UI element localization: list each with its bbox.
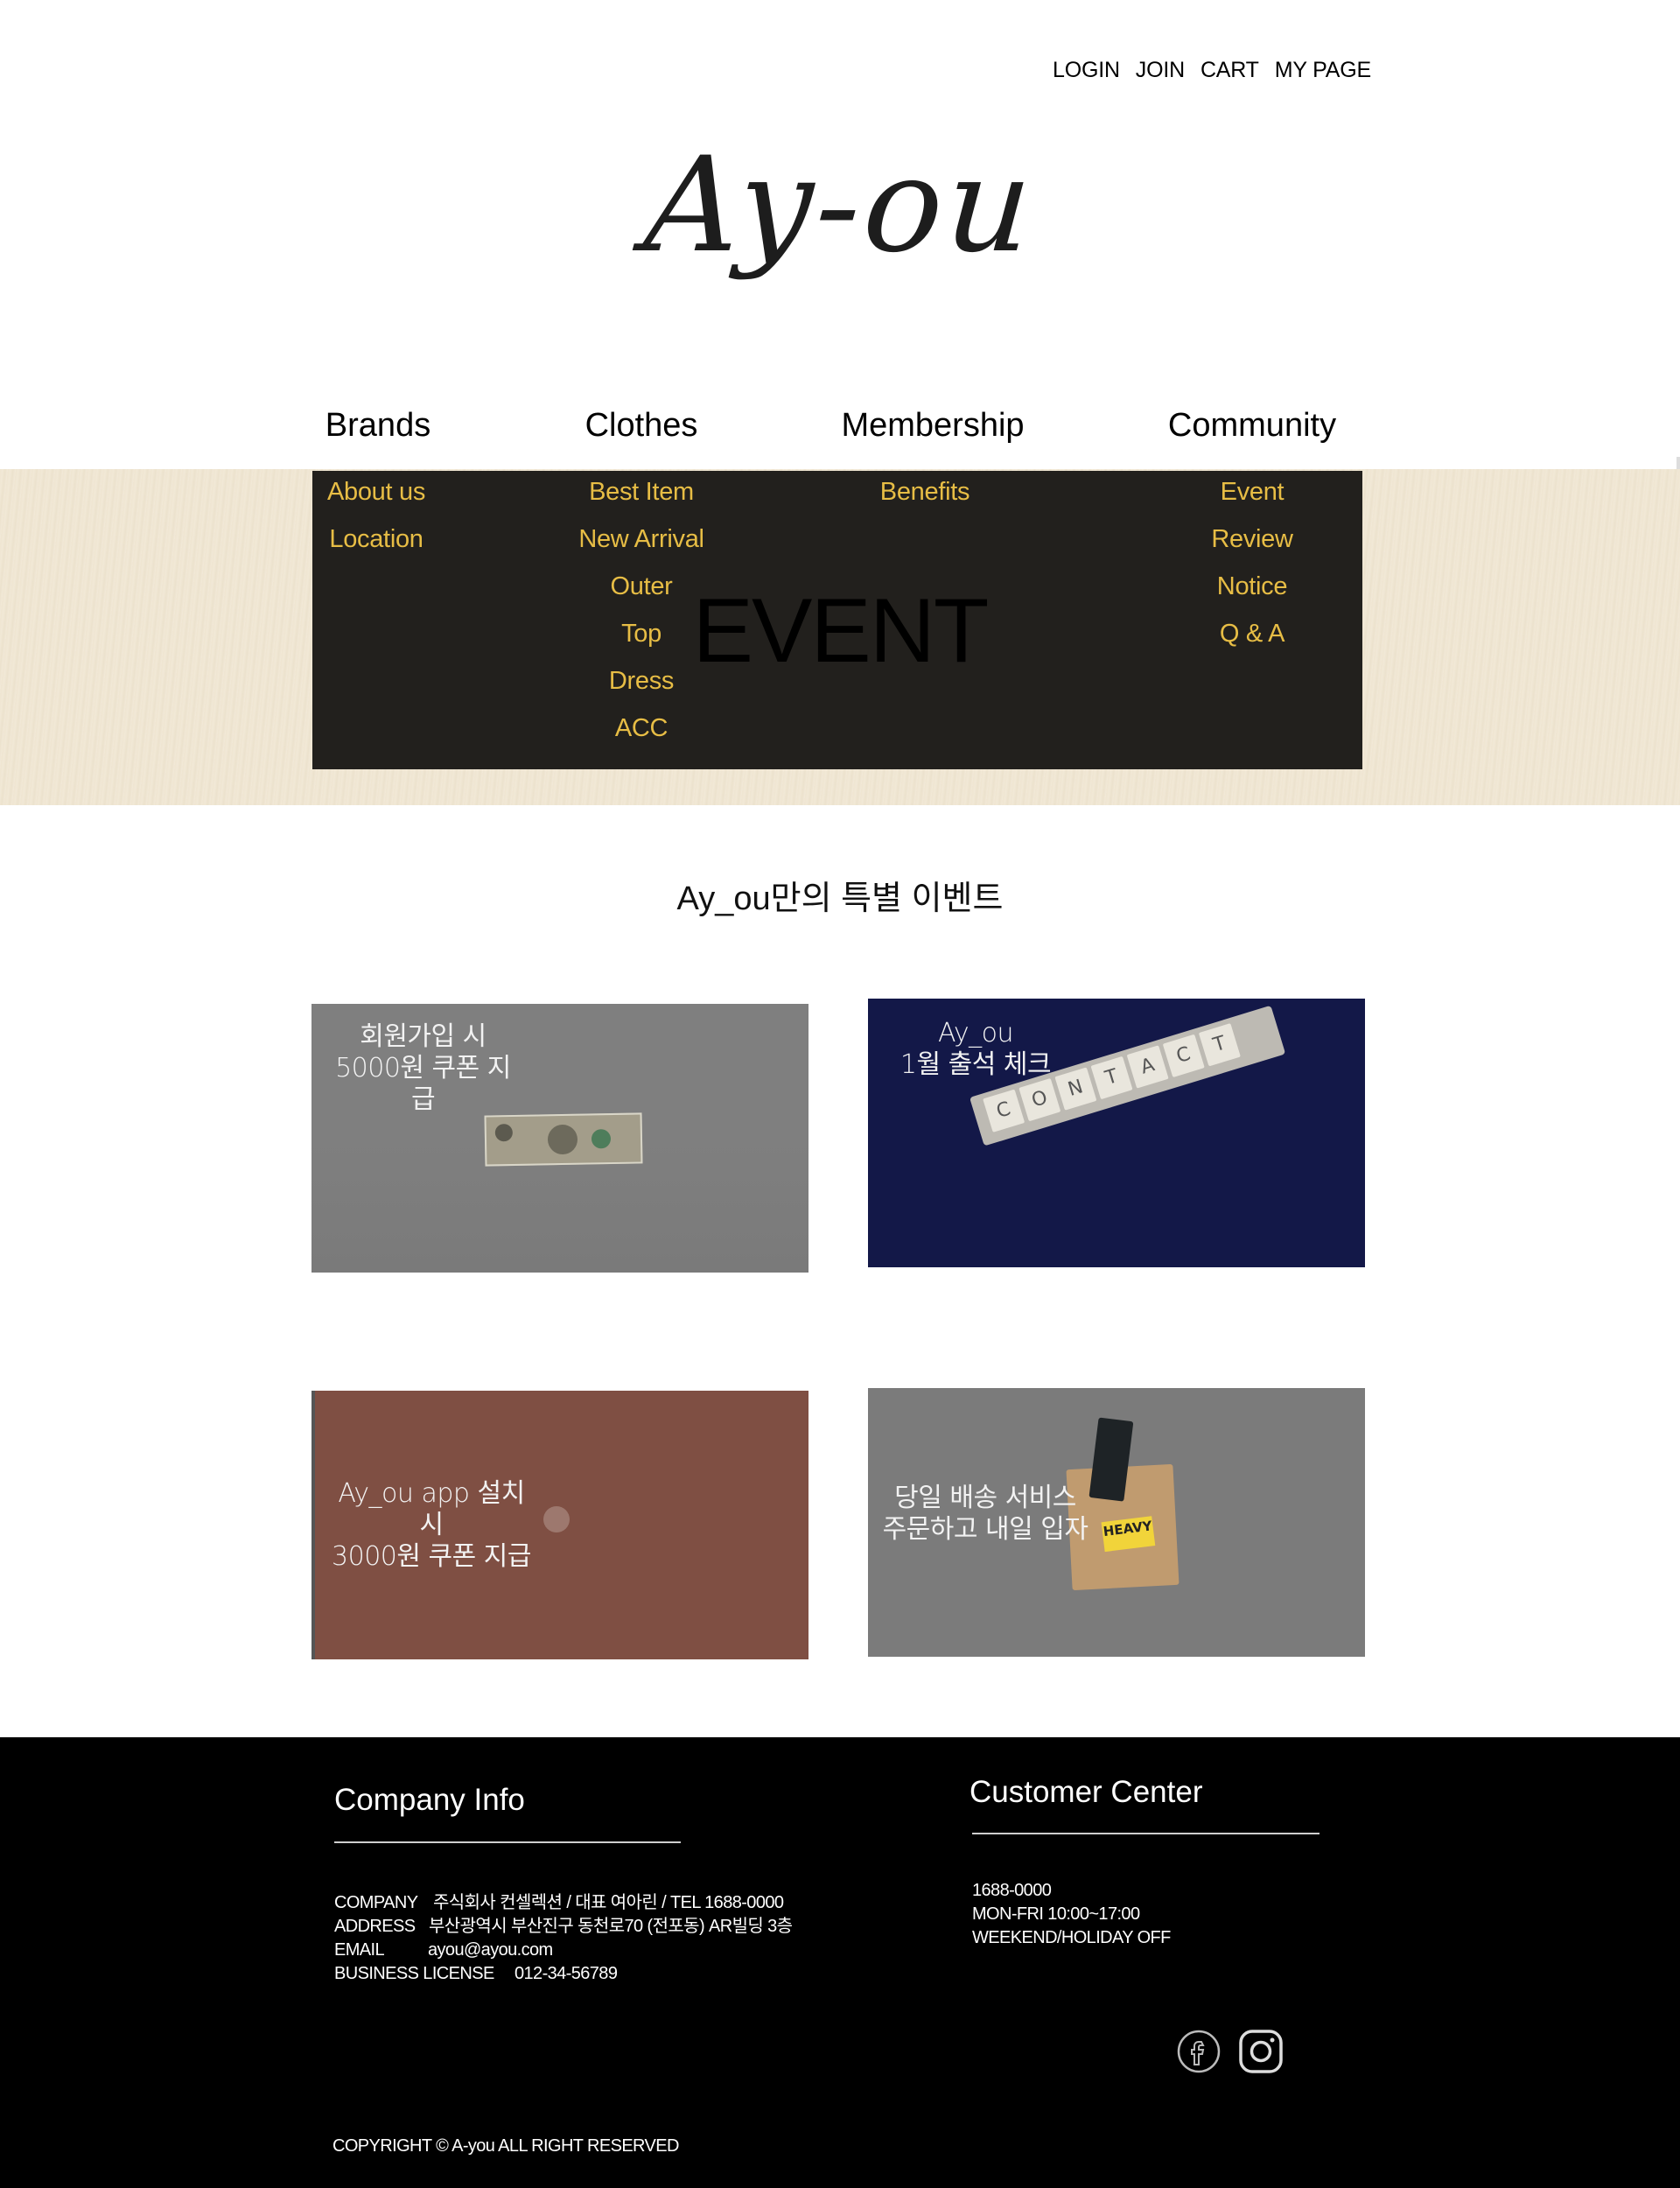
card-caption-line2: 5000원 쿠폰 지급	[335, 1053, 511, 1115]
dropdown-item-best-item[interactable]: Best Item	[510, 478, 773, 525]
business-license-label: BUSINESS LICENSE	[334, 1964, 494, 1983]
facebook-icon[interactable]	[1176, 2029, 1222, 2074]
letter-tile: T	[1090, 1055, 1133, 1100]
customer-hours: MON-FRI 10:00~17:00	[972, 1904, 1140, 1924]
cart-link[interactable]: CART	[1200, 58, 1259, 83]
section-title: Ay_ou만의 특별 이벤트	[676, 880, 1004, 917]
dropdown-item-about-us[interactable]: About us	[245, 478, 508, 525]
company-label: COMPANY	[334, 1893, 418, 1912]
card-caption-line1: 회원가입 시	[360, 1021, 486, 1052]
nav-community[interactable]: Community	[1121, 407, 1383, 445]
card-caption: 회원가입 시 5000원 쿠폰 지급	[329, 1021, 517, 1116]
top-links: LOGIN JOIN CART MY PAGE	[1053, 58, 1371, 83]
event-card-app-coupon[interactable]: Ay_ou app 설치시 3000원 쿠폰 지급	[312, 1391, 808, 1659]
black-tape	[1088, 1417, 1134, 1502]
dropdown-brands: About us Location	[245, 478, 508, 572]
site-logo[interactable]: Ay-ou	[0, 130, 1680, 282]
business-license-row: BUSINESS LICENSE 012-34-56789	[334, 1962, 792, 1986]
card-caption-line2: 주문하고 내일 입자	[882, 1514, 1088, 1545]
card-caption: 당일 배송 서비스 주문하고 내일 입자	[880, 1483, 1090, 1546]
event-card-attendance-check[interactable]: CONTACT Ay_ou 1월 출석 체크	[868, 999, 1365, 1267]
letter-tile: O	[1018, 1077, 1061, 1122]
dropdown-item-event[interactable]: Event	[1121, 478, 1383, 525]
login-link[interactable]: LOGIN	[1053, 58, 1120, 83]
moon-shape	[543, 1506, 570, 1532]
dollar-bill-image	[484, 1112, 643, 1167]
letter-tile: A	[1126, 1045, 1169, 1089]
my-page-link[interactable]: MY PAGE	[1275, 58, 1371, 83]
email-label: EMAIL	[334, 1940, 385, 1960]
address-value: 부산광역시 부산진구 동천로70 (전포동) AR빌딩 3층	[429, 1917, 793, 1936]
copyright: COPYRIGHT © A-you ALL RIGHT RESERVED	[332, 2136, 679, 2156]
instagram-icon[interactable]	[1238, 2029, 1284, 2074]
company-row: COMPANY 주식회사 컨셀렉션 / 대표 여아린 / TEL 1688-000…	[334, 1891, 792, 1915]
customer-center-divider	[972, 1833, 1320, 1834]
customer-holiday: WEEKEND/HOLIDAY OFF	[972, 1928, 1171, 1947]
customer-phone: 1688-0000	[972, 1881, 1052, 1900]
banner-title: EVENT	[692, 580, 990, 682]
dropdown-item-location[interactable]: Location	[245, 525, 508, 572]
company-info-divider	[334, 1841, 681, 1843]
letter-tile: C	[1162, 1034, 1205, 1078]
company-info-details: COMPANY 주식회사 컨셀렉션 / 대표 여아린 / TEL 1688-000…	[334, 1891, 793, 1986]
dropdown-item-new-arrival[interactable]: New Arrival	[510, 525, 773, 572]
dropdown-item-acc[interactable]: ACC	[510, 714, 773, 761]
dropdown-item-notice[interactable]: Notice	[1121, 572, 1383, 620]
company-value: 주식회사 컨셀렉션 / 대표 여아린 / TEL 1688-0000	[433, 1893, 784, 1912]
letter-tile: C	[983, 1089, 1026, 1133]
bill-seal	[591, 1129, 612, 1149]
letter-tile: T	[1198, 1023, 1241, 1067]
card-caption-line1: Ay_ou app 설치시	[338, 1478, 525, 1540]
card-caption-line1: 당일 배송 서비스	[894, 1483, 1076, 1513]
banner-edge	[1676, 457, 1680, 469]
event-card-signup-coupon[interactable]: 회원가입 시 5000원 쿠폰 지급	[312, 1004, 808, 1273]
business-license-value: 012-34-56789	[514, 1964, 618, 1983]
card-caption-line2: 1월 출석 체크	[900, 1049, 1052, 1080]
bill-seal-left	[494, 1124, 514, 1142]
letter-tile: N	[1054, 1067, 1097, 1111]
customer-center-heading: Customer Center	[970, 1775, 1203, 1809]
card-caption-line2: 3000원 쿠폰 지급	[332, 1541, 531, 1572]
footer	[0, 1737, 1680, 2188]
join-link[interactable]: JOIN	[1136, 58, 1185, 83]
email-value[interactable]: ayou@ayou.com	[428, 1940, 553, 1960]
dropdown-community: Event Review Notice Q & A	[1121, 478, 1383, 667]
event-card-same-day-delivery[interactable]: HEAVY 당일 배송 서비스 주문하고 내일 입자	[868, 1388, 1365, 1657]
company-info-heading: Company Info	[334, 1783, 525, 1817]
bill-portrait	[547, 1124, 578, 1155]
card-caption-line1: Ay_ou	[937, 1018, 1014, 1048]
nav-clothes[interactable]: Clothes	[510, 407, 773, 445]
dropdown-item-review[interactable]: Review	[1121, 525, 1383, 572]
dropdown-item-benefits[interactable]: Benefits	[794, 478, 1056, 525]
nav-membership[interactable]: Membership	[802, 407, 1064, 445]
dropdown-item-qna[interactable]: Q & A	[1121, 620, 1383, 667]
customer-center-details: 1688-0000 MON-FRI 10:00~17:00 WEEKEND/HO…	[972, 1879, 1171, 1950]
card-caption: Ay_ou app 설치시 3000원 쿠폰 지급	[331, 1478, 532, 1573]
address-label: ADDRESS	[334, 1917, 416, 1936]
address-row: ADDRESS 부산광역시 부산진구 동천로70 (전포동) AR빌딩 3층	[334, 1915, 793, 1939]
dropdown-membership: Benefits	[794, 478, 1056, 525]
email-row: EMAIL ayou@ayou.com	[334, 1939, 792, 1962]
card-caption: Ay_ou 1월 출석 체크	[892, 1018, 1059, 1081]
heavy-sticker: HEAVY	[1101, 1516, 1156, 1553]
nav-brands[interactable]: Brands	[247, 407, 509, 445]
